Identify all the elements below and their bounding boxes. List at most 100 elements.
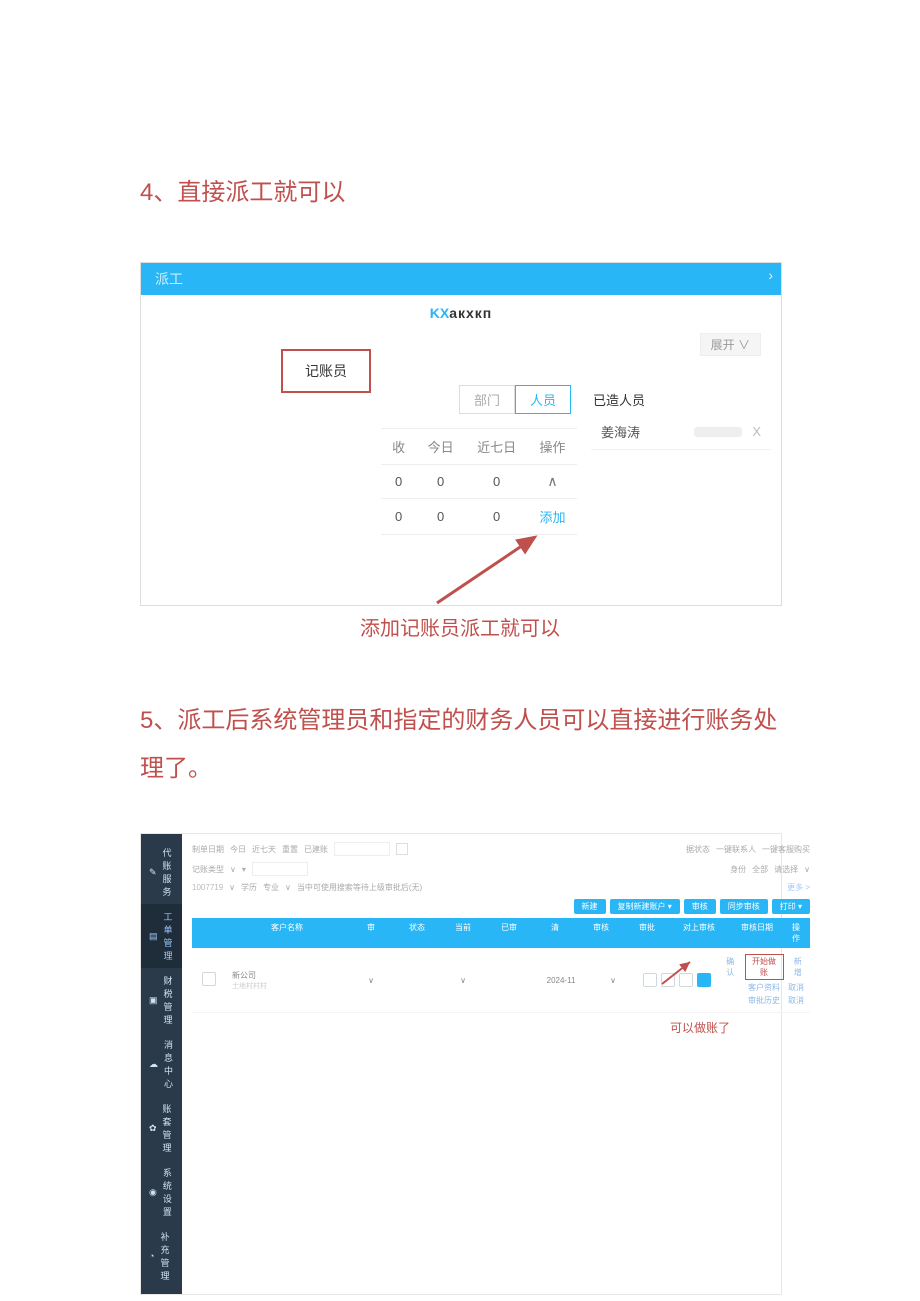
section5-title: 5、派工后系统管理员和指定的财务人员可以直接进行账务处理了。: [140, 697, 780, 793]
th-action: 操作: [528, 429, 577, 465]
add-link[interactable]: 添加: [539, 510, 565, 525]
status-chip[interactable]: [697, 973, 711, 987]
button-row: 新建 复制新建账户 ▾ 审核 同步审核 打印 ▾: [192, 899, 810, 914]
sidebar-item[interactable]: ▣财税管理: [141, 968, 182, 1032]
cell-dropdown[interactable]: ∨: [590, 976, 636, 985]
th: 状态: [394, 918, 440, 948]
filter-value[interactable]: ∨: [230, 865, 236, 874]
tab-person[interactable]: 人员: [515, 385, 571, 414]
panel-title: 派工: [155, 269, 183, 289]
filter-link[interactable]: 一键客服购买: [762, 844, 810, 855]
screenshot-accounting-list: ✎代账服务 ▤工单管理 ▣财税管理 ☁消息中心 ✿账套管理 ◉系统设置 ◔补充管…: [140, 833, 782, 1295]
filter-today[interactable]: 今日: [230, 844, 246, 855]
calendar-icon[interactable]: [396, 843, 408, 855]
th-checkbox[interactable]: [192, 918, 226, 948]
sync-audit-button[interactable]: 同步审核: [720, 899, 768, 914]
selected-person-name: 姜海涛: [601, 422, 694, 441]
tab-department[interactable]: 部门: [459, 385, 515, 414]
th-name: 客户名称: [226, 918, 348, 948]
row-company-name[interactable]: 新公司: [232, 970, 342, 981]
filter-row2: 记账类型 ∨ ▾ 身份 全部 请选择 ∨: [192, 862, 810, 876]
gear-icon: ◉: [149, 1187, 157, 1197]
filter-label: 据状态: [686, 844, 710, 855]
filter-value[interactable]: 请选择: [774, 864, 798, 875]
th-7days: 近七日: [465, 429, 528, 465]
selected-person-panel: 姜海涛 X: [591, 414, 771, 605]
screenshot1-caption: 添加记账员派工就可以: [140, 612, 780, 641]
date-input[interactable]: [334, 842, 390, 856]
remove-person-icon[interactable]: X: [752, 424, 761, 439]
user-icon: ◔: [149, 1251, 154, 1261]
th: 清: [532, 918, 578, 948]
filter-hint: 当中可使用搜索等待上级审批后(无): [297, 882, 422, 893]
role-accountant-box[interactable]: 记账员: [281, 349, 371, 393]
status-chip[interactable]: [643, 973, 657, 987]
filter-code: 1007719: [192, 883, 223, 892]
filter-link[interactable]: 一键联系人: [716, 844, 756, 855]
chat-icon: ☁: [149, 1059, 158, 1069]
cell-date: 2024-11: [532, 976, 590, 985]
row-subtext: 土地村村村: [232, 981, 342, 991]
pencil-icon: ✎: [149, 867, 157, 877]
logo-accent: KX: [430, 305, 449, 321]
panel-titlebar: 派工 ›: [141, 263, 781, 295]
selected-people-label: 已造人员: [593, 390, 645, 409]
cell-dropdown[interactable]: ∨: [348, 976, 394, 985]
th-today: 今日: [416, 429, 465, 465]
cell-dropdown[interactable]: ∨: [440, 976, 486, 985]
logo-rest: акхкп: [449, 305, 492, 321]
filter-label: 制单日期: [192, 844, 224, 855]
more-link[interactable]: 更多 >: [787, 882, 810, 893]
audit-button[interactable]: 审核: [684, 899, 716, 914]
filter-label: 身份: [730, 864, 746, 875]
sidebar-item[interactable]: ✎代账服务: [141, 840, 182, 904]
row-link[interactable]: 取消: [788, 995, 804, 1006]
row-checkbox[interactable]: [202, 972, 216, 986]
collapse-icon[interactable]: ∧: [547, 473, 557, 489]
new-button[interactable]: 新建: [574, 899, 606, 914]
copy-new-button[interactable]: 复制新建账户 ▾: [610, 899, 680, 914]
start-accounting-button[interactable]: 开始做账: [745, 954, 784, 980]
filter-value[interactable]: 全部: [752, 864, 768, 875]
print-button[interactable]: 打印 ▾: [772, 899, 810, 914]
cloud-icon: ✿: [149, 1123, 157, 1133]
red-arrow-icon: [658, 958, 698, 988]
table-header: 客户名称 审 状态 当前 已审 清 审核 审批 对上审核 审核日期 操作: [192, 918, 810, 948]
row-link[interactable]: 审批历史: [748, 995, 780, 1006]
selected-person-bar: [694, 427, 742, 437]
screen-icon: ▣: [149, 995, 158, 1005]
close-icon[interactable]: ›: [768, 267, 773, 283]
search-input[interactable]: [252, 862, 308, 876]
filter-built[interactable]: 已建账: [304, 844, 328, 855]
th: 审核: [578, 918, 624, 948]
th: 审批: [624, 918, 670, 948]
sidebar-item[interactable]: ▤工单管理: [141, 904, 182, 968]
table-row: 0 0 0 添加: [381, 499, 577, 535]
th: 当前: [440, 918, 486, 948]
table-row: 0 0 0 ∧: [381, 465, 577, 499]
row-link[interactable]: 新增: [792, 956, 805, 978]
th: 对上审核: [670, 918, 728, 948]
logo-row: KXакхкп: [141, 295, 781, 331]
filter-reset[interactable]: 重置: [282, 844, 298, 855]
row-link[interactable]: 取消: [788, 982, 804, 993]
dispatch-table: 收 今日 近七日 操作 0: [381, 428, 577, 535]
sidebar-item[interactable]: ✿账套管理: [141, 1096, 182, 1160]
row-actions: 确认 开始做账 新增 客户资料 取消 审批历史 取消: [718, 954, 810, 1006]
screenshot-dispatch-panel: 派工 › KXакхкп 记账员 展开 ∨ 部门 人员 已造人员: [140, 262, 782, 606]
th-ops: 操作: [786, 918, 810, 948]
th: 审核日期: [728, 918, 786, 948]
section4-title: 4、直接派工就可以: [140, 174, 780, 212]
th: 已审: [486, 918, 532, 948]
sidebar: ✎代账服务 ▤工单管理 ▣财税管理 ☁消息中心 ✿账套管理 ◉系统设置 ◔补充管…: [141, 834, 182, 1294]
sidebar-item[interactable]: ◉系统设置: [141, 1160, 182, 1224]
filter-7days[interactable]: 近七天: [252, 844, 276, 855]
filter-label: 记账类型: [192, 864, 224, 875]
row-link[interactable]: 确认: [724, 956, 737, 978]
filter-label: 学历: [241, 882, 257, 893]
row-link[interactable]: 客户资料: [748, 982, 780, 993]
expand-toggle[interactable]: 展开 ∨: [700, 333, 761, 356]
sidebar-item[interactable]: ◔补充管理: [141, 1224, 182, 1288]
sidebar-item[interactable]: ☁消息中心: [141, 1032, 182, 1096]
filter-row: 制单日期 今日 近七天 重置 已建账 据状态 一键联系人 一键客服购买: [192, 842, 810, 856]
